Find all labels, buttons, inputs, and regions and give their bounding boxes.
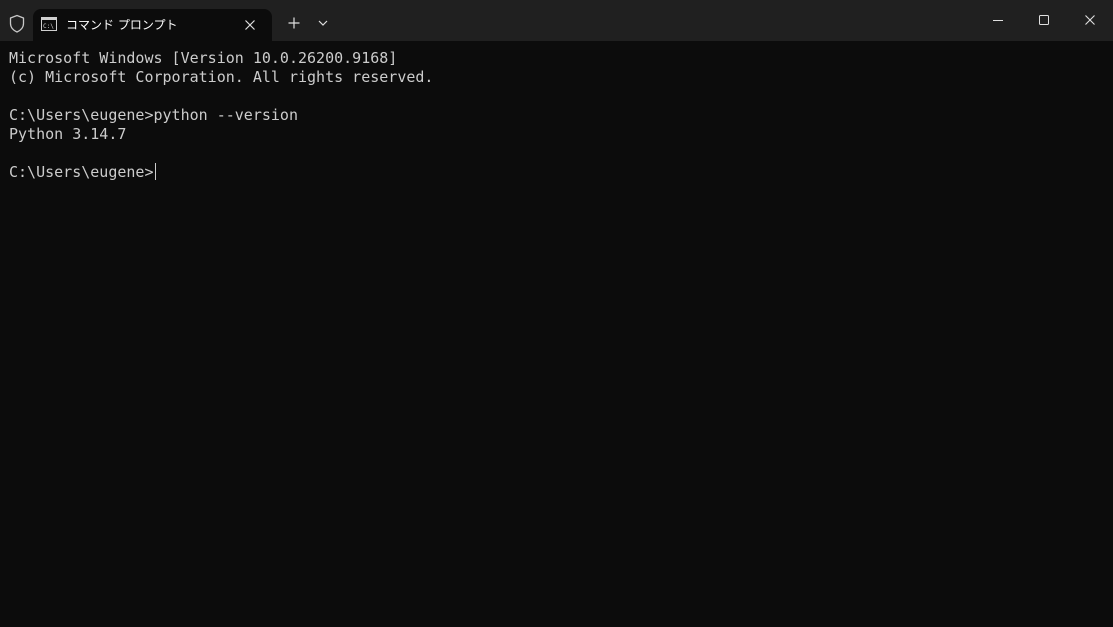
title-bar: C:\ コマンド プロンプト [0, 0, 1113, 41]
tab-command-prompt[interactable]: C:\ コマンド プロンプト [33, 9, 272, 41]
prompt-text: C:\Users\eugene> [9, 163, 154, 181]
terminal-output[interactable]: Microsoft Windows [Version 10.0.26200.91… [9, 49, 1099, 619]
chevron-down-icon[interactable] [312, 12, 334, 34]
plus-icon[interactable] [283, 12, 305, 34]
minimize-icon[interactable] [986, 8, 1010, 32]
terminal-line: (c) Microsoft Corporation. All rights re… [9, 68, 434, 86]
close-icon[interactable] [1078, 8, 1102, 32]
close-icon[interactable] [242, 17, 258, 33]
prompt-line[interactable]: C:\Users\eugene> [9, 163, 1099, 182]
maximize-icon[interactable] [1032, 8, 1056, 32]
svg-text:C:\: C:\ [43, 23, 54, 30]
terminal-line: C:\Users\eugene>python --version [9, 106, 298, 124]
cmd-prompt-icon: C:\ [41, 17, 57, 31]
terminal-line: Python 3.14.7 [9, 125, 127, 143]
terminal-window: C:\ コマンド プロンプト Microsoft Windows [Versio… [0, 0, 1113, 627]
terminal-line: Microsoft Windows [Version 10.0.26200.91… [9, 49, 398, 67]
shield-icon [9, 14, 25, 33]
text-cursor [154, 163, 156, 180]
tab-title: コマンド プロンプト [66, 18, 178, 32]
